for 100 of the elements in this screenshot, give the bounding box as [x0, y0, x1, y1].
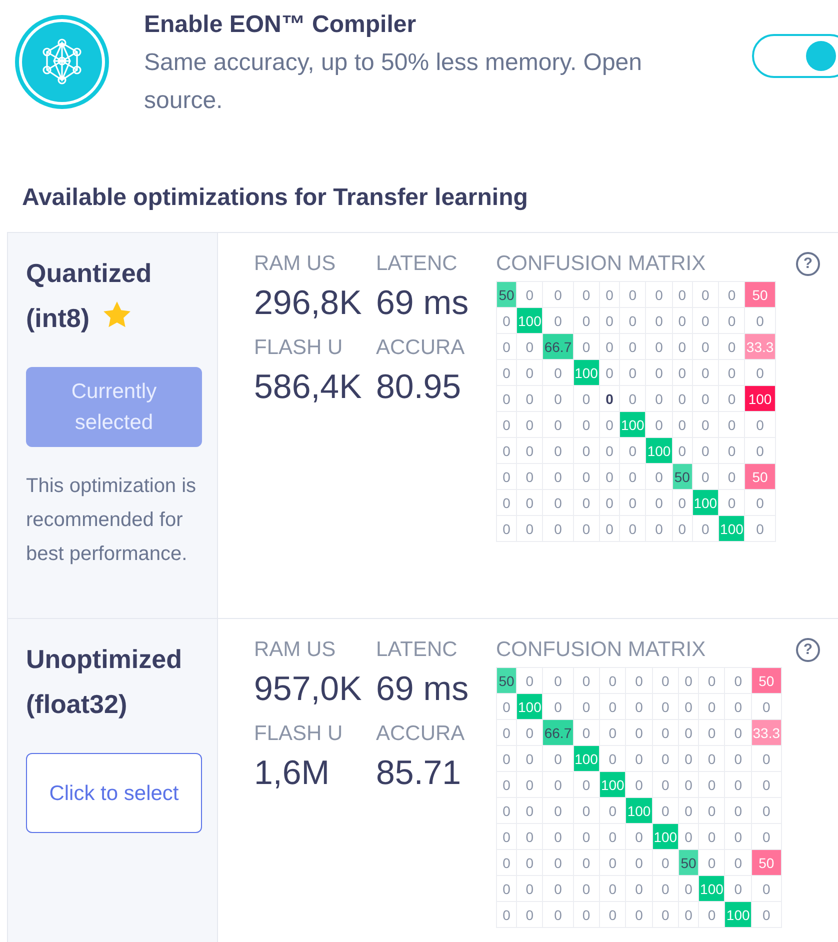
matrix-cell: 0: [542, 746, 574, 772]
matrix-cell: 0: [672, 386, 692, 412]
matrix-cell: 0: [652, 694, 679, 720]
matrix-cell: 100: [516, 308, 543, 334]
matrix-cell: 0: [599, 902, 626, 928]
matrix-cell: 0: [672, 516, 692, 542]
matrix-cell: 66.7: [542, 720, 574, 746]
matrix-cell: 0: [626, 668, 652, 694]
help-icon[interactable]: ?: [796, 638, 820, 662]
matrix-cell: 0: [542, 876, 574, 902]
metric-value: 80.95: [376, 367, 462, 408]
matrix-cell: 0: [573, 490, 600, 516]
matrix-cell: 0: [619, 490, 646, 516]
matrix-cell: 0: [652, 772, 679, 798]
matrix-cell: 0: [718, 438, 745, 464]
matrix-cell: 0: [698, 694, 725, 720]
matrix-cell: 0: [646, 334, 672, 360]
matrix-cell: 100: [573, 746, 600, 772]
matrix-cell: 0: [496, 850, 516, 876]
metric-label: LATENC: [376, 251, 458, 277]
matrix-cell: 0: [626, 876, 652, 902]
matrix-cell: 50: [672, 464, 692, 490]
matrix-cell: 0: [626, 850, 652, 876]
matrix-cell: 0: [698, 746, 725, 772]
matrix-cell: 0: [692, 438, 719, 464]
matrix-cell: 0: [573, 798, 600, 824]
matrix-cell: 0: [718, 360, 745, 386]
matrix-cell: 50: [744, 282, 776, 308]
select-button[interactable]: Click to select: [26, 753, 202, 833]
metric-label: LATENC: [376, 637, 458, 663]
matrix-cell: 0: [751, 902, 782, 928]
matrix-cell: 0: [599, 720, 626, 746]
matrix-cell: 0: [496, 412, 516, 438]
matrix-cell: 50: [496, 668, 516, 694]
compiler-toggle[interactable]: [752, 34, 838, 78]
matrix-cell: 0: [599, 876, 626, 902]
matrix-cell: 0: [724, 824, 752, 850]
matrix-cell: 33.3: [751, 720, 782, 746]
matrix-cell: 0: [573, 902, 600, 928]
metric-label: ACCURA: [376, 335, 466, 361]
matrix-cell: 0: [718, 308, 745, 334]
matrix-cell: 0: [573, 516, 600, 542]
matrix-cell: 0: [516, 746, 543, 772]
matrix-cell: 0: [599, 490, 620, 516]
matrix-cell: 0: [751, 694, 782, 720]
matrix-cell: 0: [573, 386, 600, 412]
matrix-cell: 0: [678, 798, 699, 824]
matrix-cell: 0: [744, 490, 776, 516]
matrix-cell: 0: [652, 902, 679, 928]
metric-label: RAM US: [254, 251, 337, 277]
matrix-cell: 100: [652, 824, 679, 850]
matrix-cell: 0: [619, 282, 646, 308]
matrix-cell: 0: [744, 516, 776, 542]
matrix-cell: 0: [698, 772, 725, 798]
matrix-cell: 0: [626, 746, 652, 772]
matrix-cell: 0: [573, 282, 600, 308]
matrix-cell: 0: [599, 360, 620, 386]
matrix-cell: 0: [599, 516, 620, 542]
matrix-cell: 100: [724, 902, 752, 928]
matrix-cell: 0: [619, 360, 646, 386]
matrix-cell: 0: [698, 798, 725, 824]
metric-value: 85.71: [376, 753, 462, 794]
matrix-cell: 100: [744, 386, 776, 412]
matrix-cell: 0: [692, 412, 719, 438]
matrix-cell: 0: [718, 464, 745, 490]
matrix-cell: 0: [496, 876, 516, 902]
matrix-cell: 0: [542, 412, 574, 438]
matrix-cell: 0: [516, 850, 543, 876]
matrix-cell: 0: [724, 694, 752, 720]
matrix-cell: 0: [672, 412, 692, 438]
matrix-cell: 0: [646, 490, 672, 516]
help-icon[interactable]: ?: [796, 252, 820, 276]
matrix-cell: 0: [672, 282, 692, 308]
matrix-cell: 0: [599, 438, 620, 464]
matrix-cell: 0: [599, 850, 626, 876]
matrix-cell: 50: [678, 850, 699, 876]
matrix-cell: 0: [496, 516, 516, 542]
matrix-cell: 0: [542, 360, 574, 386]
matrix-cell: 0: [573, 438, 600, 464]
metric-label: ACCURA: [376, 721, 466, 747]
matrix-cell: 0: [573, 772, 600, 798]
matrix-cell: 0: [724, 668, 752, 694]
matrix-cell: 0: [646, 308, 672, 334]
matrix-cell: 0: [698, 668, 725, 694]
matrix-cell: 0: [496, 490, 516, 516]
matrix-cell: 0: [516, 798, 543, 824]
matrix-cell: 0: [516, 824, 543, 850]
matrix-cell: 0: [619, 516, 646, 542]
matrix-cell: 50: [751, 668, 782, 694]
matrix-cell: 0: [542, 438, 574, 464]
matrix-cell: 0: [516, 464, 543, 490]
matrix-cell: 0: [626, 902, 652, 928]
optimization-note: This optimization is recommended for best performance.: [26, 474, 198, 567]
matrix-cell: 0: [599, 282, 620, 308]
optimization-title: Quantized (int8): [26, 258, 152, 333]
matrix-cell: 0: [698, 824, 725, 850]
matrix-cell: 50: [496, 282, 516, 308]
matrix-cell: 0: [724, 772, 752, 798]
matrix-cell: 0: [516, 516, 543, 542]
network-icon: [14, 14, 110, 110]
